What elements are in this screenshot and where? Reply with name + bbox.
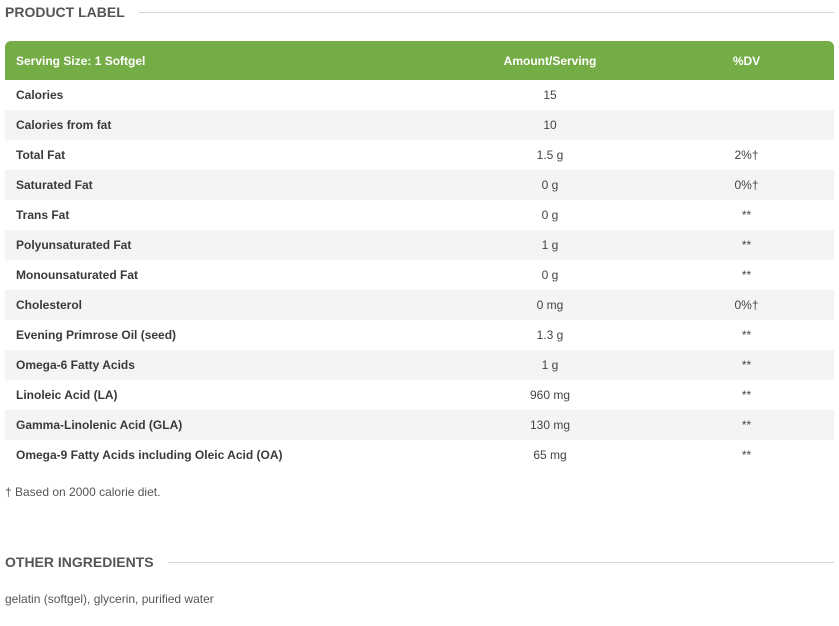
daily-value: 0%† — [675, 170, 834, 200]
nutrient-name: Omega-9 Fatty Acids including Oleic Acid… — [16, 448, 283, 462]
amount-value: 130 mg — [425, 410, 675, 440]
heading-divider — [167, 561, 834, 563]
amount-per-serving-header: Amount/Serving — [425, 41, 675, 80]
table-row: Gamma-Linolenic Acid (GLA) 130 mg ** — [5, 410, 834, 440]
nutrient-name: Omega-6 Fatty Acids — [5, 350, 425, 380]
table-row: Cholesterol 0 mg 0%† — [5, 290, 834, 320]
daily-value — [675, 110, 834, 140]
table-row: Polyunsaturated Fat 1 g ** — [5, 230, 834, 260]
nutrient-name: Monounsaturated Fat — [16, 268, 138, 282]
amount-value: 65 mg — [533, 448, 567, 462]
nutrient-name: Saturated Fat — [5, 170, 425, 200]
daily-value: 2%† — [734, 148, 759, 162]
table-row: Trans Fat 0 g ** — [5, 200, 834, 230]
nutrient-name: Polyunsaturated Fat — [5, 230, 425, 260]
daily-value: ** — [675, 350, 834, 380]
daily-value: ** — [741, 388, 752, 402]
daily-value: ** — [741, 268, 752, 282]
daily-value: ** — [675, 410, 834, 440]
amount-value: 1 g — [425, 350, 675, 380]
table-body: Calories 15 Calories from fat 10 Total Fat 1.… — [5, 80, 834, 470]
nutrient-name: Gamma-Linolenic Acid (GLA) — [5, 410, 425, 440]
amount-value: 960 mg — [529, 388, 571, 402]
daily-value-header: %DV — [675, 41, 834, 80]
product-label-heading: PRODUCT LABEL — [5, 2, 834, 22]
ingredients-text: gelatin (softgel), glycerin, purified wa… — [5, 592, 214, 606]
daily-value: ** — [741, 448, 752, 462]
table-row: Total Fat 1.5 g 2%† — [5, 140, 834, 170]
amount-value: 0 g — [541, 268, 559, 282]
daily-value: ** — [675, 230, 834, 260]
other-ingredients-title: OTHER INGREDIENTS — [5, 554, 154, 570]
table-row: Monounsaturated Fat 0 g ** — [5, 260, 834, 290]
table-row: Calories 15 — [5, 80, 834, 110]
daily-value — [675, 80, 834, 110]
table-header-row: Serving Size: 1 Softgel Amount/Serving %… — [5, 41, 834, 80]
daily-value: 0%† — [675, 290, 834, 320]
amount-value: 1.5 g — [536, 148, 564, 162]
table-row: Omega-6 Fatty Acids 1 g ** — [5, 350, 834, 380]
table-row: Evening Primrose Oil (seed) 1.3 g ** — [5, 320, 834, 350]
amount-value: 0 g — [541, 208, 559, 222]
table-row: Saturated Fat 0 g 0%† — [5, 170, 834, 200]
nutrient-name: Total Fat — [16, 148, 66, 162]
nutrient-name: Calories from fat — [5, 110, 425, 140]
nutrient-name: Trans Fat — [16, 208, 70, 222]
nutrient-name: Evening Primrose Oil (seed) — [16, 328, 177, 342]
table-row: Calories from fat 10 — [5, 110, 834, 140]
heading-divider — [138, 11, 834, 13]
product-label-title: PRODUCT LABEL — [5, 4, 125, 20]
serving-size-header: Serving Size: 1 Softgel — [5, 41, 425, 80]
amount-value: 0 g — [425, 170, 675, 200]
supplement-facts-table: Serving Size: 1 Softgel Amount/Serving %… — [5, 41, 834, 470]
nutrient-name: Linoleic Acid (LA) — [16, 388, 118, 402]
table-row: Omega-9 Fatty Acids including Oleic Acid… — [5, 440, 834, 470]
amount-value: 15 — [543, 88, 557, 102]
amount-value: 0 mg — [425, 290, 675, 320]
nutrient-name: Cholesterol — [5, 290, 425, 320]
daily-value: ** — [741, 328, 752, 342]
table-row: Linoleic Acid (LA) 960 mg ** — [5, 380, 834, 410]
amount-value: 1.3 g — [536, 328, 564, 342]
nutrient-name: Calories — [16, 88, 64, 102]
other-ingredients-heading: OTHER INGREDIENTS — [5, 552, 834, 572]
amount-value: 10 — [425, 110, 675, 140]
daily-value: ** — [741, 208, 752, 222]
amount-value: 1 g — [425, 230, 675, 260]
footnote: † Based on 2000 calorie diet. — [5, 485, 161, 499]
